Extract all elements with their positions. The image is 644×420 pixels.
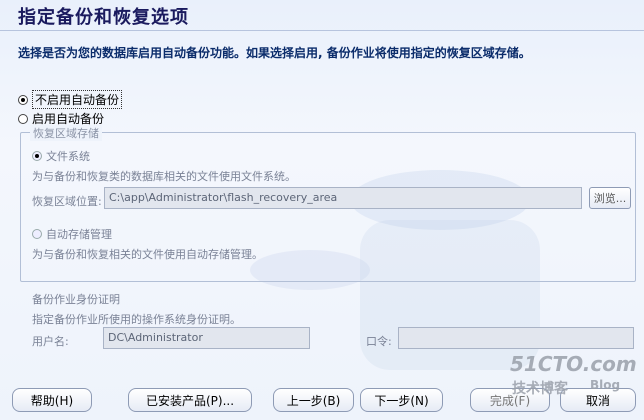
back-button[interactable]: 上一步(B) <box>273 388 354 412</box>
username-field[interactable]: DC\Administrator <box>103 327 310 349</box>
file-system-label: 文件系统 <box>46 150 90 163</box>
installed-products-button[interactable]: 已安装产品(P)... <box>128 388 252 412</box>
option-file-system[interactable]: 文件系统 <box>32 148 90 164</box>
radio-checked-icon <box>18 94 28 105</box>
radio-unchecked-icon <box>18 113 28 124</box>
watermark-blog-word: Blog <box>590 378 621 392</box>
recovery-area-legend: 恢复区域存储 <box>30 125 102 141</box>
asm-label: 自动存储管理 <box>46 228 112 241</box>
recovery-location-label: 恢复区域位置: <box>32 195 102 208</box>
credentials-description: 指定备份作业所使用的操作系统身份证明。 <box>32 313 241 326</box>
option-asm[interactable]: 自动存储管理 <box>32 226 112 242</box>
asm-description: 为与备份和恢复相关的文件使用自动存储管理。 <box>32 248 263 261</box>
option-disable-backup[interactable]: 不启用自动备份 <box>18 90 123 109</box>
title-divider <box>0 30 644 31</box>
radio-unchecked-icon <box>32 229 42 239</box>
password-label: 口令: <box>366 335 392 348</box>
recovery-location-field[interactable]: C:\app\Administrator\flash_recovery_area <box>104 187 582 209</box>
password-field[interactable] <box>398 327 634 349</box>
credentials-heading: 备份作业身份证明 <box>32 293 120 306</box>
watermark-site: 51CTO.com <box>510 352 637 376</box>
option-disable-label: 不启用自动备份 <box>32 90 123 109</box>
radio-checked-icon <box>32 151 42 161</box>
help-button[interactable]: 帮助(H) <box>12 388 92 412</box>
file-system-description: 为与备份和恢复类的数据库相关的文件使用文件系统。 <box>32 170 296 183</box>
page-title: 指定备份和恢复选项 <box>18 7 189 28</box>
username-label: 用户名: <box>32 335 69 348</box>
browse-button[interactable]: 浏览... <box>589 187 631 209</box>
page-description: 选择是否为您的数据库启用自动备份功能。如果选择启用, 备份作业将使用指定的恢复区… <box>18 46 531 60</box>
watermark-blog-label: 技术博客 <box>512 381 568 397</box>
next-button[interactable]: 下一步(N) <box>360 388 443 412</box>
